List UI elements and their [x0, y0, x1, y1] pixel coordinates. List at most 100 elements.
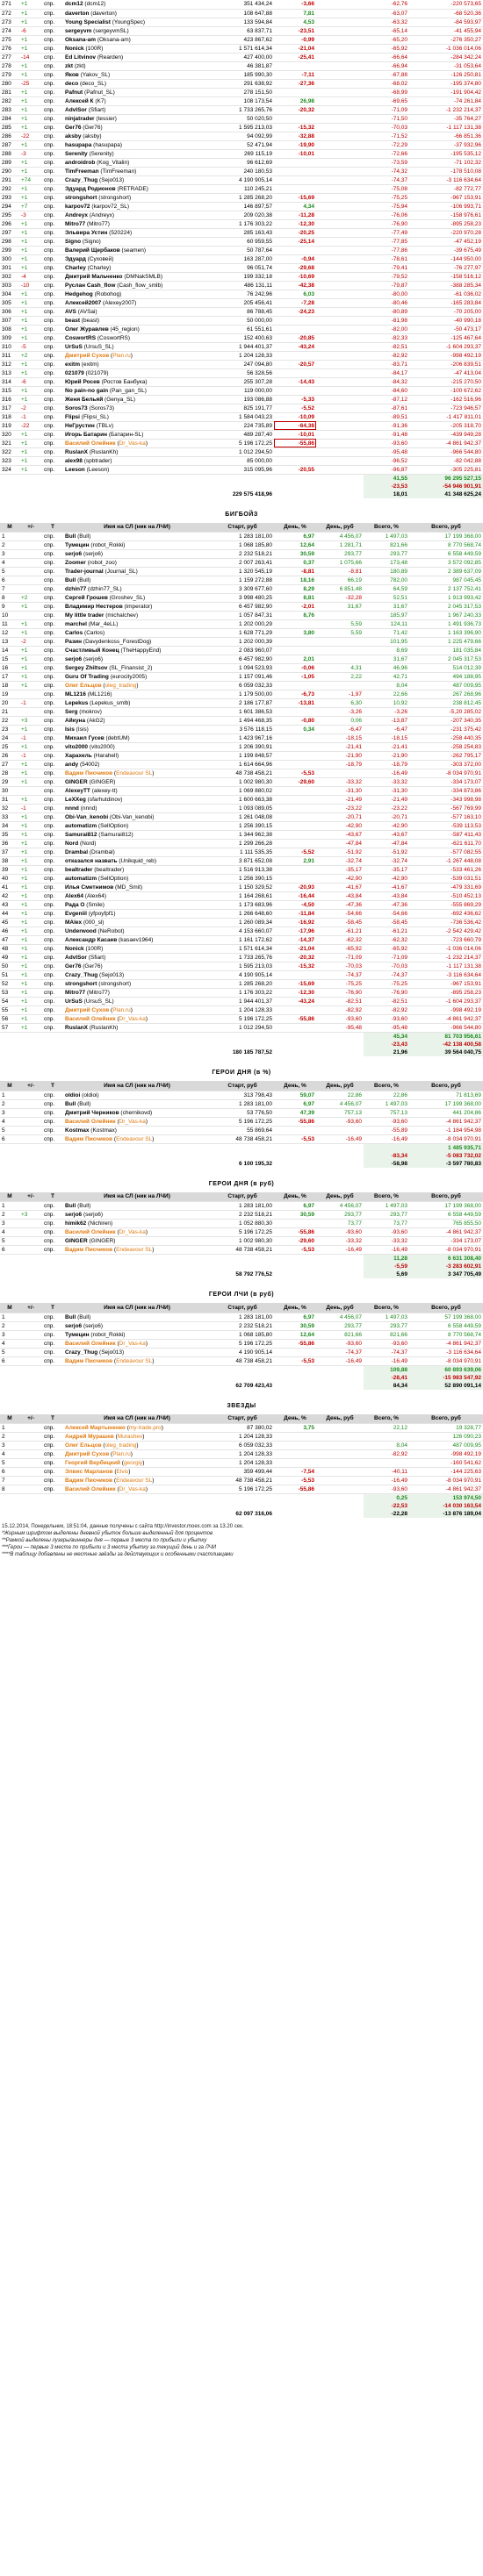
participant-nick: Endeavour SL	[116, 1135, 153, 1142]
day-rub-cell	[316, 272, 364, 282]
participant-cell: Василий Олейник (Dr_Vas-ka)	[63, 1227, 211, 1237]
participant-cell: Lepekus (Lepekus_smlb)	[63, 698, 211, 708]
participant-cell: Александр Касаев (kasaev1964)	[63, 935, 211, 945]
total-percent-cell: -75,25	[364, 979, 409, 989]
participant-nick: oldioi	[83, 1091, 97, 1098]
type-cell: спр.	[42, 228, 63, 238]
participant-name: Nord	[65, 841, 79, 847]
totals-row: -28,41 -15 983 547,92	[0, 1373, 483, 1382]
start-amount-cell: 96 612,69	[211, 158, 274, 168]
type-cell: спр.	[42, 1227, 63, 1237]
column-header-start: Старт, руб	[211, 1191, 274, 1202]
total-percent-cell: -70,03	[364, 962, 409, 971]
total-percent-cell: -21,90	[364, 751, 409, 761]
totals-rub-cell: 81 703 956,61	[409, 1032, 483, 1041]
participant-name: LeXXeg	[65, 797, 86, 803]
table-row: 304 +1 спр. Hedgehog (Robohog) 76 242,96 6,03…	[0, 290, 483, 299]
rank-cell: 9	[0, 602, 19, 612]
total-rub-cell: -84 593,97	[409, 18, 483, 27]
type-cell: спр.	[42, 123, 63, 132]
column-header-type: Т	[42, 1191, 63, 1202]
heroes-lchi-table: М +/- Т Имя на СЛ (ник на ЛЧИ) Старт, руб Ден…	[0, 1303, 483, 1390]
total-rub-cell: -3 116 634,64	[409, 175, 483, 185]
totals-rub-cell: -3 597 780,83	[409, 1159, 483, 1168]
day-percent-cell: 2,01	[274, 655, 316, 664]
totals-start-cell	[211, 1494, 274, 1503]
change-cell: -6	[19, 377, 42, 387]
participant-nick: eurocity2005	[112, 674, 146, 680]
participant-name: Илья Сметнимов	[65, 884, 114, 891]
participant-cell: Владимир Нестеров (imperator)	[63, 602, 211, 612]
rank-cell: 22	[0, 716, 19, 726]
totals-row: 62 709 423,43 84,34 52 890 091,14	[0, 1381, 483, 1390]
change-cell: +1	[19, 988, 42, 998]
change-cell: -2	[19, 404, 42, 413]
participant-cell: Hedgehog (Robohog)	[63, 290, 211, 299]
start-amount-cell: 1 206 390,91	[211, 742, 274, 752]
total-rub-cell: -4 861 942,37	[409, 1014, 483, 1024]
participant-cell: Bull (Bull)	[63, 1313, 211, 1322]
participant-name: GINGER	[65, 779, 88, 785]
type-cell: спр.	[42, 360, 63, 369]
rank-cell: 44	[0, 909, 19, 919]
rank-cell: 277	[0, 53, 19, 62]
start-amount-cell: 1 261 048,08	[211, 812, 274, 822]
total-percent-cell: -84,32	[364, 377, 409, 387]
participant-cell: AdvISor (Sfiart)	[63, 105, 211, 115]
totals-percent-cell: 45,34	[364, 1032, 409, 1041]
change-cell: -6	[19, 26, 42, 36]
start-amount-cell: 163 287,00	[211, 254, 274, 264]
type-cell: спр.	[42, 637, 63, 647]
type-cell: спр.	[42, 549, 63, 559]
total-rub-cell: 1 967 240,33	[409, 611, 483, 620]
change-cell	[19, 1423, 42, 1433]
type-cell: спр.	[42, 681, 63, 691]
type-cell: спр.	[42, 88, 63, 97]
day-percent-cell	[274, 733, 316, 743]
type-cell: спр.	[42, 456, 63, 466]
total-percent-cell: -65,20	[364, 35, 409, 45]
participant-name: dzhin77	[65, 586, 87, 592]
change-cell: +1	[19, 883, 42, 892]
change-cell	[19, 611, 42, 620]
type-cell: спр.	[42, 412, 63, 422]
start-amount-cell: 1 176 303,22	[211, 988, 274, 998]
type-cell: спр.	[42, 1458, 63, 1468]
participant-cell: beaItrader (beaItrader)	[63, 865, 211, 875]
type-cell: спр.	[42, 290, 63, 299]
participant-name: strongshort	[65, 194, 97, 201]
table-header: М +/- Т Имя на СЛ (ник на ЛЧИ) Старт, руб Ден…	[0, 1303, 483, 1313]
participant-name: Алексей К	[65, 97, 94, 104]
total-percent-cell: -58,45	[364, 918, 409, 927]
table-row: 4 спр. Василий Олейник (Dr_Vas-ka) 5 196 17…	[0, 1227, 483, 1237]
participant-cell: AlexeyTT (alexey-tt)	[63, 786, 211, 796]
total-percent-cell: 1 497,03	[364, 1313, 409, 1322]
table-row: 317 -2 спр. Soros73 (Soros73) 825 191,77 -5,5…	[0, 404, 483, 413]
totals-spacer	[0, 1382, 211, 1390]
total-rub-cell: -966 544,80	[409, 447, 483, 457]
table-row: 8 +2 спр. Сергей Грошев (Groshev_SL) 3 998 4…	[0, 593, 483, 603]
day-rub-cell	[316, 360, 364, 369]
rank-cell: 324	[0, 465, 19, 475]
totals-spacer	[274, 474, 364, 483]
total-percent-cell: -82,33	[364, 333, 409, 343]
type-cell: спр.	[42, 246, 63, 255]
day-percent-cell: -12,30	[274, 219, 316, 229]
total-percent-cell: 293,77	[364, 549, 409, 559]
day-percent-cell: -6,73	[274, 690, 316, 699]
type-cell: спр.	[42, 184, 63, 194]
start-amount-cell: 1 111 535,35	[211, 848, 274, 857]
participant-nick: Dr_Vas-ka	[119, 1486, 146, 1492]
heroes-rub-table-body: 1 спр. Bull (Bull) 1 283 181,00 6,97 4 456,07…	[0, 1201, 483, 1278]
participant-name: Flipsi	[65, 413, 80, 420]
start-amount-cell: 1 057 847,31	[211, 611, 274, 620]
totals-start-cell	[211, 1502, 274, 1510]
table-row: 276 +1 спр. Nonick (100R) 1 571 614,34 -21,04…	[0, 44, 483, 54]
column-header-day: День, %	[274, 1303, 316, 1313]
table-row: 299 +1 спр. Валерий Щербаков (seamen) 50 787…	[0, 246, 483, 255]
type-cell: спр.	[42, 369, 63, 378]
total-rub-cell: -258 254,83	[409, 742, 483, 752]
participant-cell: Рада О (Smile)	[63, 900, 211, 910]
table-row: 18 +1 спр. Олег Ельцов (oleg_trading) 6 059 …	[0, 681, 483, 691]
total-percent-cell: -63,32	[364, 18, 409, 27]
